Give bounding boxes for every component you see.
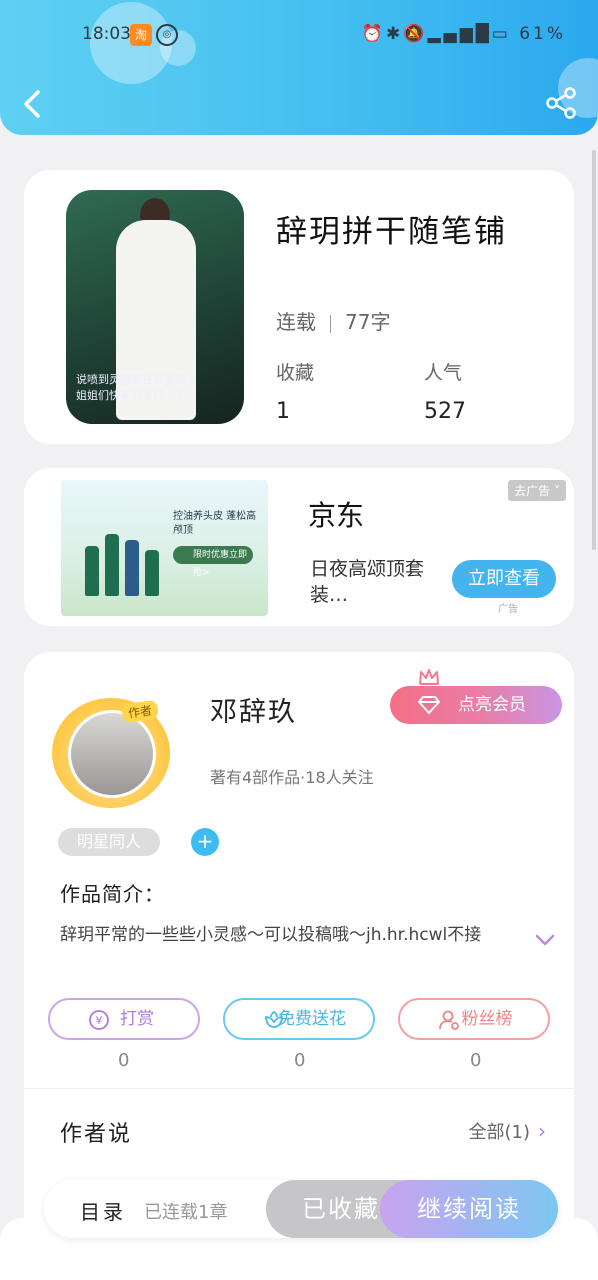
all-count-label: 全部(1) [468,1122,531,1143]
reward-count: 0 [118,1050,130,1071]
author-meta: 著有4部作品·18人关注 [210,768,374,787]
ad-brand: 京东 [308,499,365,532]
ad-description: 日夜高颂顶套装… [310,558,425,606]
chevron-right-icon: › [538,1119,546,1143]
author-avatar-frame[interactable]: 作者 [52,698,170,808]
system-icons: ⏰✱🔕▂▄▆█▭ 61% [362,24,566,44]
share-icon[interactable] [544,86,578,120]
intro-text: 辞玥平常的一些些小灵感～可以投稿哦～jh.hr.hcwl不接 [60,925,482,945]
remove-ad-button[interactable]: 去广告 ˅ [508,480,566,501]
word-count: 77字 [345,310,391,334]
status-time: 18:03 [82,24,131,44]
intro-title: 作品简介： [60,882,165,906]
book-status-line: 连载 77字 [276,306,390,335]
view-now-button[interactable]: 立即查看 [452,560,556,598]
battery-percent: 61% [519,24,566,44]
bottom-action-bar: 目录 已连载1章 已收藏 继续阅读 [44,1180,558,1238]
status-divider [330,314,331,333]
fans-rank-label: 粉丝榜 [461,1009,513,1029]
author-says-all-link[interactable]: 全部(1) › [469,1118,547,1144]
send-flower-label: 免费送花 [278,1009,346,1029]
book-title: 辞玥拼干随笔铺 [276,214,507,250]
flower-icon [265,1010,283,1028]
cover-caption: 说喷到灵感都在这里啦~ 姐姐们快来们支持一下~ [76,373,196,402]
flower-count: 0 [294,1050,306,1071]
ad-tag: 广告 [498,604,518,615]
header-bar: 18:03 淘 ◎ ⏰✱🔕▂▄▆█▭ 61% [0,0,598,135]
ad-image-headline: 控油养头皮 蓬松高颅顶 [173,511,257,536]
product-bottle [125,540,139,596]
send-flower-button[interactable]: 免费送花 [223,998,375,1040]
product-bottle [145,550,159,596]
collect-label: 收藏 [276,362,315,384]
signal-icon: ▂▄▆█ [427,24,492,44]
book-cover[interactable]: 说喷到灵感都在这里啦~ 姐姐们快来们支持一下~ [66,190,244,424]
popularity-label: 人气 [424,362,463,384]
genre-tag[interactable]: 明星同人 [58,828,160,856]
bluetooth-icon: ✱ [386,24,404,44]
chapter-count: 已连载1章 [144,1202,228,1223]
back-icon[interactable] [18,86,50,122]
mute-icon: 🔕 [403,24,428,44]
avatar [68,710,156,798]
fans-count: 0 [470,1050,482,1071]
divider [24,1088,574,1089]
author-name[interactable]: 邓辞玖 [210,690,297,729]
book-info-card: 说喷到灵感都在这里啦~ 姐姐们快来们支持一下~ 辞玥拼干随笔铺 连载 77字 收藏… [24,170,574,444]
alarm-icon: ⏰ [361,24,387,44]
ad-image-banner: 限时优惠立即抢> [173,546,253,578]
notification-icon: ◎ [156,24,178,46]
taobao-icon: 淘 [130,24,152,46]
continue-reading-button[interactable]: 继续阅读 [380,1180,558,1238]
fans-rank-button[interactable]: 粉丝榜 [398,998,550,1040]
diamond-icon [418,696,440,714]
popularity-stat: 人气 527 [424,358,466,424]
add-tag-button[interactable]: + [191,828,219,856]
toc-button[interactable]: 目录 [80,1196,126,1225]
popularity-value: 527 [424,399,466,424]
status-bar: 18:03 淘 ◎ ⏰✱🔕▂▄▆█▭ 61% [0,22,598,48]
ad-image[interactable]: 控油养头皮 蓬松高颅顶 限时优惠立即抢> [61,480,268,616]
author-says-title: 作者说 [60,1122,133,1147]
product-bottle [85,546,99,596]
reward-button[interactable]: ¥ 打赏 [48,998,200,1040]
crown-icon [419,669,439,685]
battery-icon: ▭ [491,24,511,44]
author-badge: 作者 [120,699,160,724]
reward-label: 打赏 [120,1009,154,1029]
ad-card[interactable]: 控油养头皮 蓬松高颅顶 限时优惠立即抢> 京东 日夜高颂顶套装… 去广告 ˅ 立… [24,468,574,626]
yen-coin-icon: ¥ [89,1010,109,1030]
collect-value: 1 [276,399,290,424]
svg-text:¥: ¥ [96,1014,103,1027]
user-icon [439,1010,459,1030]
light-up-vip-button[interactable]: 点亮会员 [390,686,562,724]
scrollbar[interactable] [592,150,596,550]
collect-stat: 收藏 1 [276,358,314,424]
serial-status: 连载 [276,310,316,334]
chevron-down-icon[interactable] [534,932,556,948]
vip-label: 点亮会员 [458,695,526,715]
product-bottle [105,534,119,596]
